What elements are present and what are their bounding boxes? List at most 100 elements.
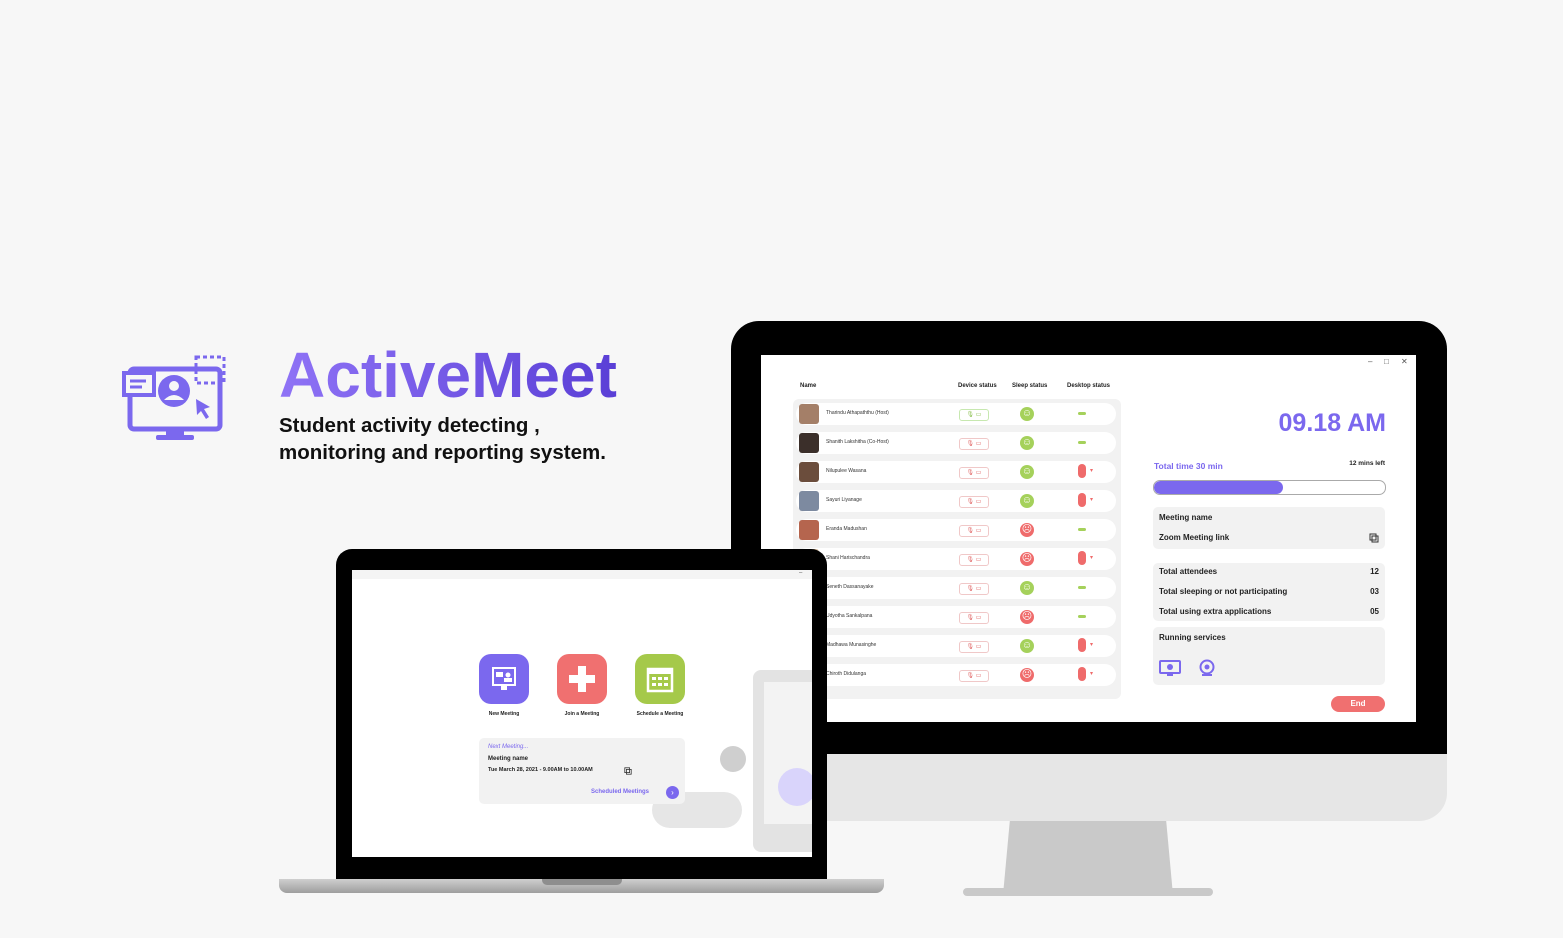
attendee-row: Shanith Lakshitha (Co-Host) 🎙 ▭ ☺ (796, 432, 1116, 454)
chevron-down-icon[interactable]: ▾ (1090, 554, 1093, 561)
illustration-circle (778, 768, 812, 806)
time-left: 12 mins left (1349, 460, 1385, 467)
stat-label: Total attendees (1159, 567, 1218, 576)
mouse-icon (1078, 638, 1086, 652)
device-status-icon: 🎙 ▭ (959, 641, 989, 653)
chevron-down-icon[interactable]: ▾ (1090, 467, 1093, 474)
monitor-foot (963, 888, 1213, 896)
idle-dash-icon (1078, 441, 1086, 444)
attendee-name: Madhawa Munasinghe (826, 642, 877, 648)
idle-dash-icon (1078, 528, 1086, 531)
screen-monitor-icon[interactable] (1159, 659, 1181, 677)
column-name: Name (800, 383, 817, 389)
minimize-button[interactable]: – (1368, 357, 1372, 366)
next-meeting-time: Tue March 28, 2021 - 9.00AM to 10.00AM (488, 767, 593, 773)
brand-subtitle-line1: Student activity detecting , (279, 414, 540, 437)
chevron-down-icon[interactable]: ▾ (1090, 670, 1093, 677)
join-meeting-label: Join a Meeting (564, 711, 600, 717)
attendee-name: Shani Harischandra (826, 555, 870, 561)
running-services-card: Running services (1153, 627, 1385, 685)
close-button[interactable]: ✕ (1401, 357, 1408, 366)
attendee-row: Madhawa Munasinghe 🎙 ▭ ☺ ▾ (796, 635, 1116, 657)
idle-dash-icon (1078, 586, 1086, 589)
scheduled-meetings-link[interactable]: Scheduled Meetings (591, 789, 649, 795)
monitor-stand (1003, 821, 1173, 895)
video-meeting-icon (492, 667, 516, 690)
avatar (799, 520, 819, 540)
next-meeting-card: Next Meeting... Meeting name Tue March 2… (479, 738, 685, 804)
sad-face-icon: ☹ (1020, 523, 1034, 537)
smile-face-icon: ☺ (1020, 581, 1034, 595)
avatar (799, 491, 819, 511)
maximize-button[interactable]: □ (1384, 357, 1389, 366)
attendee-row: Tharindu Athapaththu (Host) 🎙 ▭ ☺ (796, 403, 1116, 425)
sad-face-icon: ☹ (1020, 610, 1034, 624)
attendee-row: Sayuri Liyanage 🎙 ▭ ☺ ▾ (796, 490, 1116, 512)
stats-card: Total attendees 12 Total sleeping or not… (1153, 563, 1385, 621)
stat-label: Total using extra applications (1159, 607, 1272, 616)
total-time: Total time 30 min (1154, 461, 1223, 471)
attendee-name: Seneth Dassanayake (826, 584, 874, 590)
schedule-meeting-button[interactable] (635, 654, 685, 704)
meeting-name-label: Meeting name (1159, 513, 1213, 522)
next-meeting-label: Next Meeting... (488, 744, 529, 750)
schedule-meeting-label: Schedule a Meeting (636, 711, 684, 717)
stat-label: Total sleeping or not participating (1159, 587, 1288, 596)
avatar (799, 404, 819, 424)
smile-face-icon: ☺ (1020, 436, 1034, 450)
smile-face-icon: ☺ (1020, 465, 1034, 479)
copy-icon[interactable] (624, 767, 632, 775)
attendee-name: Tharindu Athapaththu (Host) (826, 410, 889, 416)
smile-face-icon: ☺ (1020, 639, 1034, 653)
mouse-icon (1078, 667, 1086, 681)
attendee-name: Eranda Madushan (826, 526, 867, 532)
avatar (799, 433, 819, 453)
device-status-icon: 🎙 ▭ (959, 467, 989, 479)
attendee-name: Shanith Lakshitha (Co-Host) (826, 439, 889, 445)
plus-icon (569, 666, 595, 692)
attendee-row: Shani Harischandra 🎙 ▭ ☹ ▾ (796, 548, 1116, 570)
mouse-icon (1078, 493, 1086, 507)
sad-face-icon: ☹ (1020, 552, 1034, 566)
column-sleep-status: Sleep status (1012, 383, 1048, 389)
end-meeting-button[interactable]: End (1331, 696, 1385, 712)
attendee-row: Eranda Madushan 🎙 ▭ ☹ (796, 519, 1116, 541)
stat-value: 12 (1370, 567, 1379, 576)
minimize-button[interactable]: – (799, 570, 802, 576)
attendee-name: Sayuri Liyanage (826, 497, 862, 503)
meeting-info-card: Meeting name Zoom Meeting link (1153, 507, 1385, 549)
device-status-icon: 🎙 ▭ (959, 525, 989, 537)
column-desktop-status: Desktop status (1067, 383, 1111, 389)
chevron-down-icon[interactable]: ▾ (1090, 496, 1093, 503)
attendee-row: Chiroth Didulanga 🎙 ▭ ☹ ▾ (796, 664, 1116, 686)
join-meeting-button[interactable] (557, 654, 607, 704)
brand-subtitle: Student activity detecting , monitoring … (279, 412, 679, 466)
monitor-chin (731, 754, 1447, 821)
copy-icon[interactable] (1369, 533, 1379, 543)
chevron-down-icon[interactable]: ▾ (1090, 641, 1093, 648)
device-status-icon: 🎙 ▭ (959, 554, 989, 566)
zoom-link-label[interactable]: Zoom Meeting link (1159, 533, 1229, 542)
device-status-icon: 🎙 ▭ (959, 409, 989, 421)
avatar (799, 462, 819, 482)
monitoring-window: – □ ✕ Name Device status Sleep status De… (761, 355, 1416, 722)
sad-face-icon: ☹ (1020, 668, 1034, 682)
clock: 09.18 AM (1278, 409, 1386, 437)
mouse-icon (1078, 464, 1086, 478)
next-meeting-name: Meeting name (488, 756, 529, 762)
smile-face-icon: ☺ (1020, 407, 1034, 421)
monitor-user-cursor-icon (122, 355, 226, 440)
chevron-right-icon[interactable]: › (666, 786, 679, 799)
webcam-icon[interactable] (1199, 659, 1215, 677)
time-progress-bar (1153, 480, 1386, 495)
title-bar (352, 570, 812, 579)
device-status-icon: 🎙 ▭ (959, 583, 989, 595)
idle-dash-icon (1078, 412, 1086, 415)
device-status-icon: 🎙 ▭ (959, 438, 989, 450)
laptop-notch (542, 879, 622, 885)
attendee-row: Udyotha Sankalpana 🎙 ▭ ☹ (796, 606, 1116, 628)
brand-title: ActiveMeet (279, 339, 617, 411)
device-status-icon: 🎙 ▭ (959, 496, 989, 508)
running-services-label: Running services (1159, 633, 1226, 642)
new-meeting-button[interactable] (479, 654, 529, 704)
